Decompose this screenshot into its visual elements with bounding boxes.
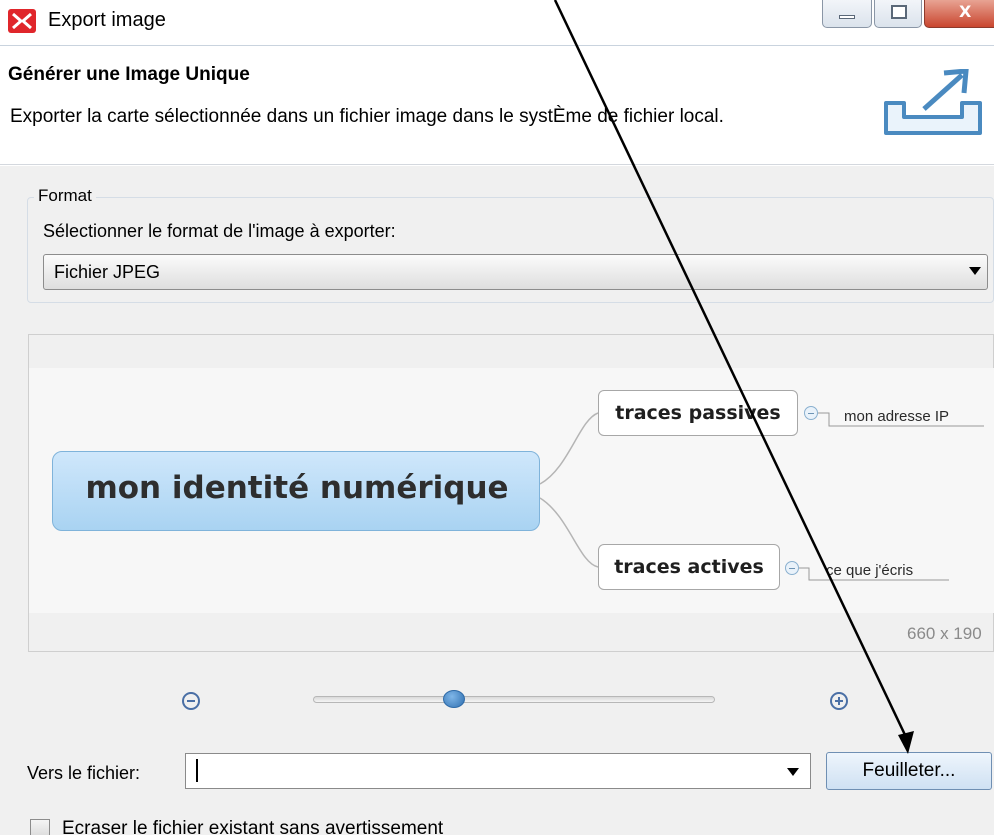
topic-active-label: traces actives	[614, 556, 764, 578]
subtopic-ip: mon adresse IP	[844, 408, 950, 425]
browse-button[interactable]: Feuilleter...	[826, 752, 992, 790]
connector-passive	[539, 412, 599, 485]
central-topic-label: mon identité numérique	[85, 470, 509, 506]
format-group-label: Format	[34, 186, 96, 206]
overwrite-label: Ecraser le fichier existant sans avertis…	[62, 818, 444, 835]
collapse-icon	[804, 406, 818, 420]
collapse-icon	[785, 561, 799, 575]
window-title: Export image	[48, 9, 166, 31]
xmind-app-icon	[8, 9, 36, 33]
chevron-down-icon	[969, 267, 981, 275]
zoom-out-icon[interactable]	[182, 692, 200, 710]
close-button[interactable]: X	[924, 0, 994, 28]
subtopic-write: ce que j'écris	[826, 562, 914, 579]
minimize-button[interactable]	[822, 0, 872, 28]
topic-passive: traces passives	[598, 390, 798, 436]
format-selected-value: Fichier JPEG	[54, 262, 161, 282]
page-title: Générer une Image Unique	[8, 64, 250, 85]
maximize-icon	[891, 5, 907, 19]
dialog-content: Format Sélectionner le format de l'image…	[0, 166, 994, 835]
format-dropdown[interactable]: Fichier JPEG	[43, 254, 988, 290]
file-label: Vers le fichier:	[27, 763, 141, 783]
close-icon: X	[959, 2, 972, 21]
xmind-logo-icon	[12, 12, 32, 30]
image-dimensions: 660 x 190	[907, 624, 982, 643]
zoom-slider[interactable]	[313, 696, 715, 703]
text-caret	[196, 759, 198, 782]
central-topic: mon identité numérique	[52, 451, 540, 531]
chevron-down-icon[interactable]	[787, 768, 799, 776]
page-description: Exporter la carte sélectionnée dans un f…	[10, 106, 724, 127]
topic-passive-label: traces passives	[615, 402, 781, 424]
zoom-in-icon[interactable]	[830, 692, 848, 710]
title-bar: Export image X	[0, 0, 994, 46]
topic-active: traces actives	[598, 544, 780, 590]
minimize-icon	[839, 15, 855, 19]
format-prompt: Sélectionner le format de l'image à expo…	[43, 221, 396, 241]
image-preview: mon identité numérique traces passives m…	[28, 334, 994, 652]
zoom-slider-thumb[interactable]	[442, 690, 465, 708]
mindmap-canvas: mon identité numérique traces passives m…	[29, 368, 994, 613]
maximize-button[interactable]	[874, 0, 922, 28]
wizard-header: Générer une Image Unique Exporter la car…	[0, 47, 994, 165]
file-path-input[interactable]	[185, 753, 811, 789]
export-icon	[884, 69, 982, 135]
overwrite-checkbox[interactable]	[30, 819, 50, 835]
connector-active	[539, 497, 599, 568]
